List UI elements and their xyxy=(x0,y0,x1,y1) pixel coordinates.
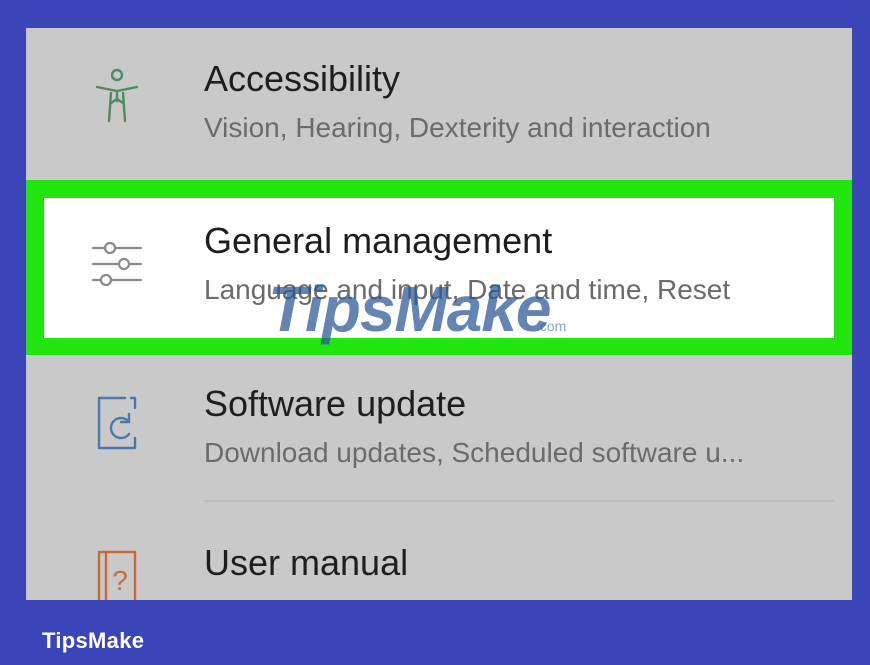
settings-item-subtitle: Download updates, Scheduled software u..… xyxy=(204,437,745,468)
watermark-logo: TipsMake xyxy=(268,273,551,345)
settings-item-user-manual[interactable]: ? User manual xyxy=(26,518,852,600)
settings-item-software-update[interactable]: Software update Download updates, Schedu… xyxy=(26,373,852,493)
settings-item-title: Accessibility xyxy=(204,58,401,99)
settings-item-subtitle: Vision, Hearing, Dexterity and interacti… xyxy=(204,112,711,143)
software-update-icon xyxy=(88,393,146,453)
settings-item-title: User manual xyxy=(204,542,409,583)
watermark-suffix: .com xyxy=(536,318,567,334)
accessibility-icon xyxy=(88,66,146,126)
list-divider xyxy=(204,500,834,502)
sliders-icon xyxy=(88,234,146,294)
settings-item-title: Software update xyxy=(204,383,467,424)
settings-item-title: General management xyxy=(204,220,553,261)
svg-text:?: ? xyxy=(112,565,128,596)
user-manual-icon: ? xyxy=(88,548,146,600)
settings-item-accessibility[interactable]: Accessibility Vision, Hearing, Dexterity… xyxy=(26,28,852,178)
footer-brand: TipsMake xyxy=(42,628,145,653)
